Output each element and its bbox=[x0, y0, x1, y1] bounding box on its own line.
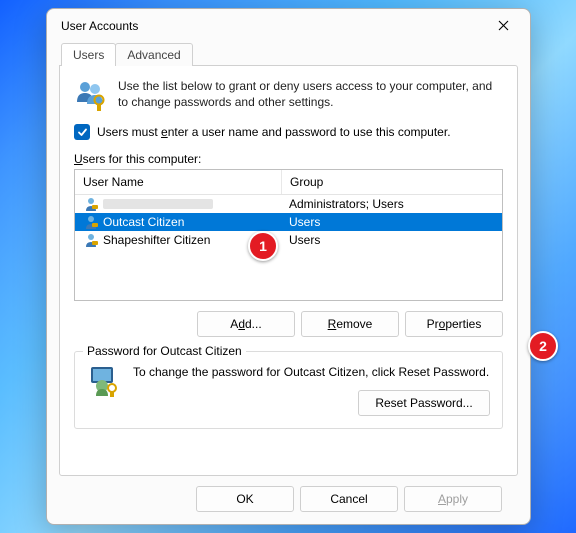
password-groupbox-title: Password for Outcast Citizen bbox=[83, 344, 246, 358]
user-icon bbox=[83, 196, 99, 212]
ok-button[interactable]: OK bbox=[196, 486, 294, 512]
require-password-checkbox[interactable]: Users must enter a user name and passwor… bbox=[74, 124, 503, 140]
close-button[interactable] bbox=[484, 12, 522, 40]
column-group[interactable]: Group bbox=[282, 170, 502, 194]
users-keys-icon bbox=[74, 78, 108, 112]
table-row[interactable]: Outcast CitizenUsers bbox=[75, 213, 502, 231]
user-action-buttons: Add... Remove Properties bbox=[74, 311, 503, 337]
properties-button[interactable]: Properties bbox=[405, 311, 503, 337]
users-listview[interactable]: User Name Group Administrators; UsersOut… bbox=[74, 169, 503, 301]
user-key-icon bbox=[87, 364, 121, 398]
listview-header: User Name Group bbox=[75, 170, 502, 195]
table-row[interactable]: Shapeshifter CitizenUsers bbox=[75, 231, 502, 249]
user-icon bbox=[83, 214, 99, 230]
cell-group: Users bbox=[281, 214, 502, 230]
callout-2: 2 bbox=[528, 331, 558, 361]
column-username[interactable]: User Name bbox=[75, 170, 282, 194]
cell-group: Users bbox=[281, 232, 502, 248]
tab-users[interactable]: Users bbox=[61, 43, 116, 66]
password-groupbox: Password for Outcast Citizen To change t… bbox=[74, 351, 503, 429]
user-icon bbox=[83, 232, 99, 248]
require-password-label: Users must enter a user name and passwor… bbox=[97, 125, 451, 139]
password-help-text: To change the password for Outcast Citiz… bbox=[133, 364, 490, 380]
user-accounts-dialog: User Accounts Users Advanced Use the lis… bbox=[46, 8, 531, 525]
cancel-button[interactable]: Cancel bbox=[300, 486, 398, 512]
listview-body: Administrators; UsersOutcast CitizenUser… bbox=[75, 195, 502, 300]
cell-username: Outcast Citizen bbox=[75, 213, 281, 231]
add-button[interactable]: Add... bbox=[197, 311, 295, 337]
users-list-label: Users for this computer: bbox=[74, 152, 503, 166]
titlebar: User Accounts bbox=[47, 9, 530, 42]
cell-username bbox=[75, 195, 281, 213]
checkbox-checked-icon bbox=[74, 124, 90, 140]
callout-1: 1 bbox=[248, 231, 278, 261]
tab-strip: Users Advanced bbox=[59, 43, 518, 66]
cell-group: Administrators; Users bbox=[281, 196, 502, 212]
tab-panel-users: Use the list below to grant or deny user… bbox=[59, 65, 518, 476]
reset-password-button[interactable]: Reset Password... bbox=[358, 390, 490, 416]
apply-button[interactable]: Apply bbox=[404, 486, 502, 512]
dialog-buttons: OK Cancel Apply bbox=[59, 476, 518, 512]
table-row[interactable]: Administrators; Users bbox=[75, 195, 502, 213]
close-icon bbox=[498, 20, 509, 31]
intro-row: Use the list below to grant or deny user… bbox=[74, 78, 503, 112]
remove-button[interactable]: Remove bbox=[301, 311, 399, 337]
window-title: User Accounts bbox=[61, 19, 484, 33]
intro-text: Use the list below to grant or deny user… bbox=[118, 78, 503, 112]
tab-advanced[interactable]: Advanced bbox=[115, 43, 192, 66]
